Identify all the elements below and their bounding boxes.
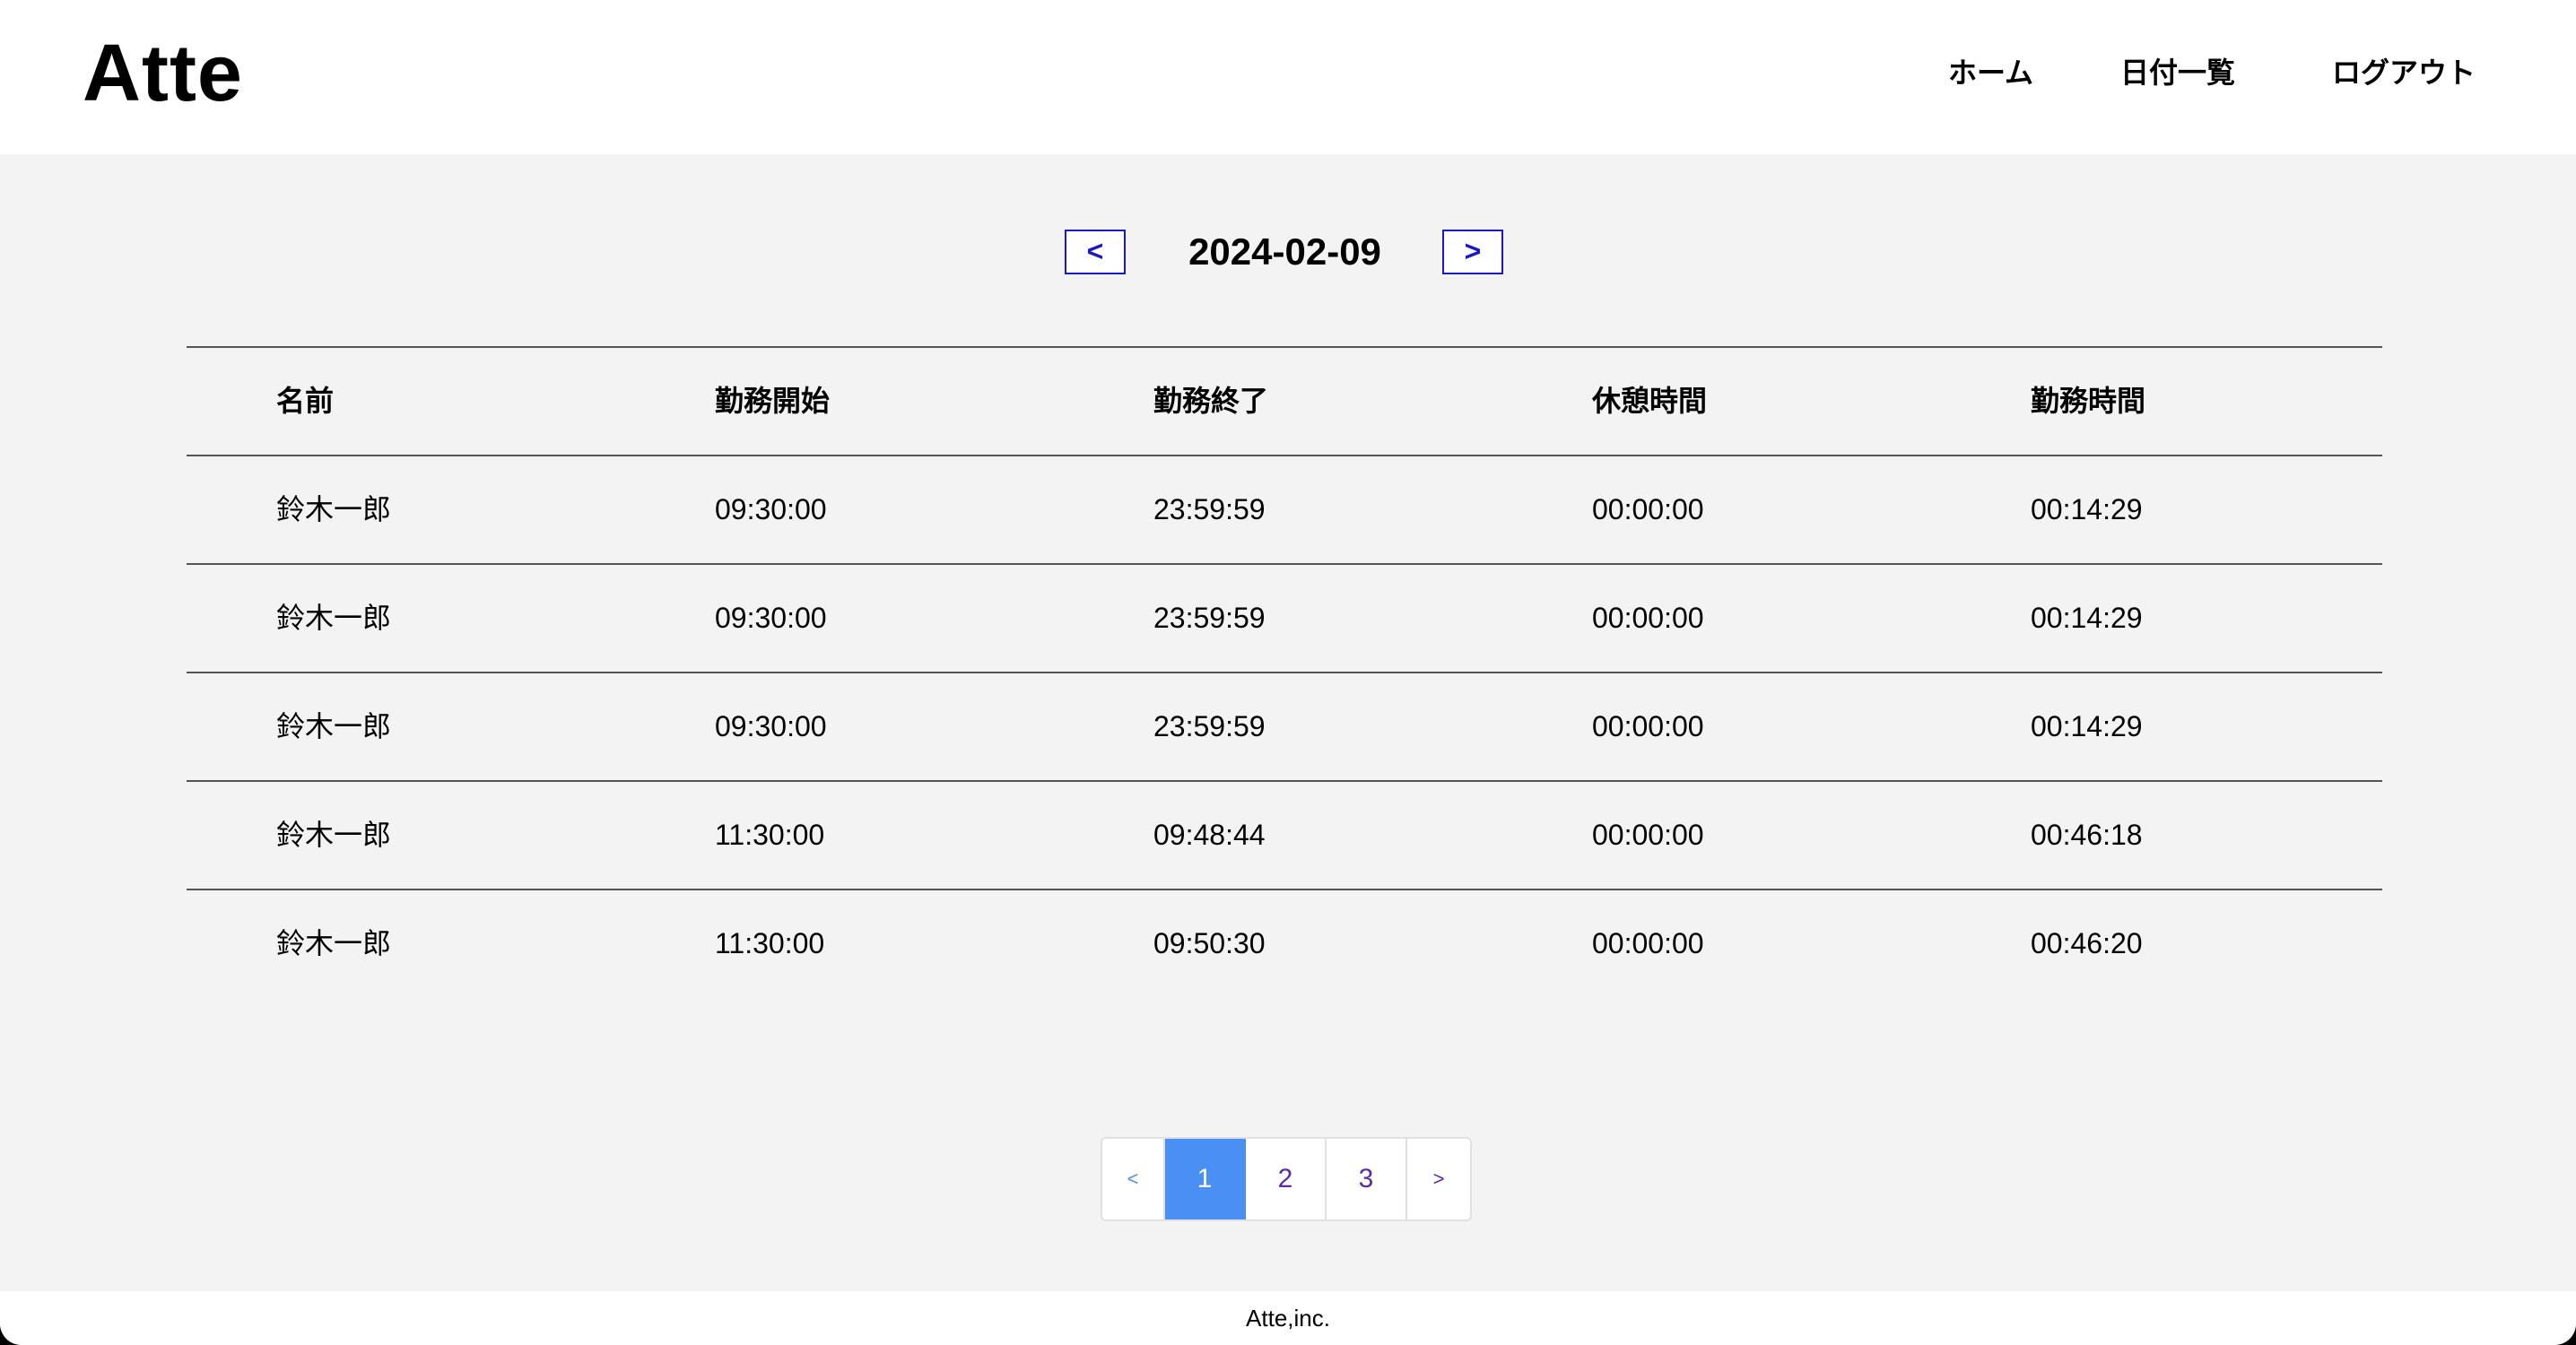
- footer-copyright: Atte,inc.: [1246, 1305, 1330, 1332]
- footer: Atte,inc.: [0, 1291, 2576, 1345]
- cell-work-time: 00:14:29: [2031, 602, 2143, 634]
- cell-work-start: 09:30:00: [715, 602, 827, 634]
- cell-name: 鈴木一郎: [276, 602, 392, 634]
- current-date: 2024-02-09: [1188, 230, 1381, 273]
- cell-break-time: 00:00:00: [1592, 493, 1704, 525]
- cell-break-time: 00:00:00: [1592, 602, 1704, 634]
- pagination: < 1 2 3 >: [1101, 1137, 1472, 1221]
- cell-work-time: 00:46:20: [2031, 927, 2143, 959]
- cell-work-end: 23:59:59: [1153, 493, 1266, 525]
- cell-work-time: 00:46:18: [2031, 819, 2143, 851]
- table-row: 鈴木一郎 09:30:00 23:59:59 00:00:00 00:14:29: [187, 672, 2382, 780]
- table-row: 鈴木一郎 11:30:00 09:50:30 00:00:00 00:46:20: [187, 889, 2382, 997]
- cell-name: 鈴木一郎: [276, 710, 392, 742]
- header-break-time: 休憩時間: [1592, 385, 1708, 417]
- cell-work-end: 23:59:59: [1153, 710, 1266, 742]
- header-work-end: 勤務終了: [1153, 385, 1269, 417]
- pagination-page-2[interactable]: 2: [1246, 1139, 1327, 1219]
- table-header-row: 名前 勤務開始 勤務終了 休憩時間 勤務時間: [187, 346, 2382, 455]
- attendance-table: 名前 勤務開始 勤務終了 休憩時間 勤務時間 鈴木一郎 09:30:00 23:…: [187, 346, 2382, 997]
- date-navigator: < 2024-02-09 >: [0, 230, 2576, 274]
- cell-name: 鈴木一郎: [276, 493, 392, 525]
- nav-date-list-link[interactable]: 日付一覧: [2120, 50, 2235, 95]
- pagination-page-3[interactable]: 3: [1327, 1139, 1407, 1219]
- pagination-prev-button[interactable]: <: [1102, 1139, 1165, 1219]
- cell-work-time: 00:14:29: [2031, 710, 2143, 742]
- table-row: 鈴木一郎 09:30:00 23:59:59 00:00:00 00:14:29: [187, 563, 2382, 672]
- cell-work-start: 09:30:00: [715, 493, 827, 525]
- pagination-page-1[interactable]: 1: [1165, 1139, 1246, 1219]
- cell-work-time: 00:14:29: [2031, 493, 2143, 525]
- cell-break-time: 00:00:00: [1592, 710, 1704, 742]
- app-window: Atte ホーム 日付一覧 ログアウト < 2024-02-09 > 名前 勤務…: [0, 0, 2576, 1345]
- cell-work-start: 09:30:00: [715, 710, 827, 742]
- cell-work-end: 09:50:30: [1153, 927, 1266, 959]
- cell-work-start: 11:30:00: [715, 819, 825, 851]
- header: Atte ホーム 日付一覧 ログアウト: [0, 0, 2576, 154]
- header-work-start: 勤務開始: [715, 385, 831, 417]
- logo: Atte: [83, 29, 243, 118]
- header-name: 名前: [276, 385, 335, 417]
- cell-work-start: 11:30:00: [715, 927, 825, 959]
- cell-name: 鈴木一郎: [276, 819, 392, 851]
- cell-name: 鈴木一郎: [276, 927, 392, 959]
- cell-break-time: 00:00:00: [1592, 819, 1704, 851]
- table-row: 鈴木一郎 09:30:00 23:59:59 00:00:00 00:14:29: [187, 455, 2382, 563]
- nav-home-link[interactable]: ホーム: [1948, 50, 2033, 95]
- cell-work-end: 09:48:44: [1153, 819, 1266, 851]
- table-row: 鈴木一郎 11:30:00 09:48:44 00:00:00 00:46:18: [187, 780, 2382, 889]
- pagination-next-button[interactable]: >: [1407, 1139, 1470, 1219]
- header-work-time: 勤務時間: [2031, 385, 2146, 417]
- next-date-button[interactable]: >: [1442, 230, 1503, 274]
- cell-work-end: 23:59:59: [1153, 602, 1266, 634]
- prev-date-button[interactable]: <: [1065, 230, 1126, 274]
- nav-logout-link[interactable]: ログアウト: [2332, 50, 2476, 95]
- cell-break-time: 00:00:00: [1592, 927, 1704, 959]
